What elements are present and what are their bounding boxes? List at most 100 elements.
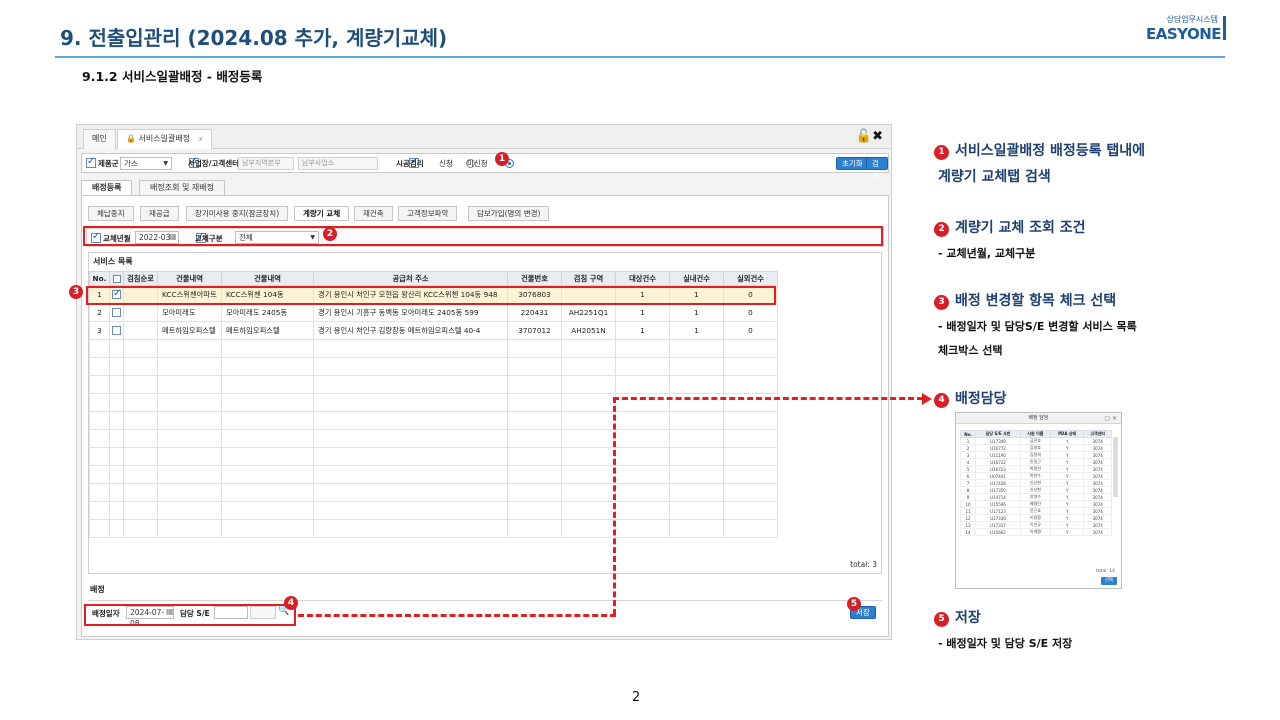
empty-cell	[723, 483, 778, 502]
popup-cell: Y	[1049, 514, 1085, 522]
tab-customer-info[interactable]: 고객정보파악	[398, 206, 458, 221]
cell-indoor: 1	[669, 321, 724, 340]
table-row[interactable]	[89, 429, 778, 448]
table-row[interactable]	[89, 483, 778, 502]
table-row[interactable]	[89, 411, 778, 430]
empty-cell	[89, 339, 110, 358]
tab-assign-register[interactable]: 배정등록	[81, 180, 133, 196]
desc-2-title: 2 계량기 교체 조회 조건	[934, 217, 1086, 237]
empty-cell	[157, 501, 222, 520]
product-group-select[interactable]: 가스 ▼	[120, 157, 172, 170]
popup-cell: 3074	[1083, 458, 1112, 466]
desc-4-title: 4 배정담당	[934, 388, 1007, 408]
cell-bld1: 메트하임오피스텔	[157, 321, 222, 340]
tab-arrears-stop[interactable]: 체납중지	[88, 206, 134, 221]
table-row[interactable]	[89, 357, 778, 376]
office-input[interactable]: 남부사업소	[298, 157, 378, 170]
cell-indoor: 1	[669, 303, 724, 322]
table-row[interactable]	[89, 501, 778, 520]
region-input[interactable]: 남부지역본부	[238, 157, 294, 170]
logo-main-text: EASYONE	[1146, 25, 1222, 43]
empty-cell	[157, 429, 222, 448]
page-number: 2	[632, 690, 641, 705]
row-checkbox[interactable]	[112, 326, 121, 336]
empty-cell	[313, 519, 508, 538]
popup-row: 12 U17336 이용환 Y 3074	[959, 514, 1112, 522]
tab-meter-replace[interactable]: 계량기 교체	[294, 206, 350, 221]
popup-cell: U17350	[975, 486, 1021, 494]
popup-cell: U17123	[975, 507, 1021, 515]
popup-cell: U17337	[975, 521, 1021, 529]
reset-button[interactable]: 초기화	[836, 157, 869, 170]
popup-cell: Y	[1049, 458, 1085, 466]
popup-cell: U11190	[975, 451, 1021, 459]
table-row[interactable]: 3 메트하임오피스텔 메트하임오피스텔 경기 용인시 처인구 김량장동 메트하임오피스…	[89, 321, 778, 340]
tab-assign-inquiry[interactable]: 배정조회 및 재배정	[139, 180, 225, 196]
empty-cell	[723, 501, 778, 520]
popup-title-text: 배정 담당	[1028, 415, 1049, 421]
close-icon[interactable]: x	[199, 135, 203, 143]
assign-section-title: 배정	[90, 585, 105, 594]
popup-cell: U14714	[975, 493, 1021, 501]
table-row[interactable]	[89, 465, 778, 484]
popup-cell: 윤근호	[1019, 507, 1051, 515]
col-check[interactable]	[109, 271, 124, 286]
popup-cell: 예명진	[1019, 500, 1051, 508]
desc-5-title: 5 저장	[934, 607, 981, 627]
popup-cell: 3074	[1083, 451, 1112, 459]
table-row[interactable]: 2 모아미래도 모아미래도 2405동 경기 용인시 기흥구 동백동 모아미래도 24…	[89, 303, 778, 322]
popup-cell: 박정선	[1019, 465, 1051, 473]
popup-cell: Y	[1049, 528, 1085, 536]
title-divider	[55, 56, 1225, 58]
tab-main[interactable]: 메인	[83, 129, 116, 149]
table-row[interactable]	[89, 375, 778, 394]
popup-row: 5 U16723 박정선 Y 3074	[959, 465, 1112, 473]
table-row[interactable]	[89, 519, 778, 538]
empty-cell	[561, 465, 616, 484]
popup-row: 13 U17337 이인규 Y 3074	[959, 521, 1112, 529]
empty-cell	[313, 375, 508, 394]
cell-addr: 경기 용인시 기흥구 동백동 모아미래도 2405동 599	[313, 303, 508, 322]
popup-select-button: 선택	[1100, 577, 1117, 585]
popup-cell: Y	[1049, 507, 1085, 515]
tab-service-batch[interactable]: 🔒 서비스일괄배정 x	[117, 129, 212, 149]
empty-cell	[561, 393, 616, 412]
empty-cell	[507, 393, 562, 412]
popup-cell: 이계환	[1019, 528, 1051, 536]
popup-cell: 3	[959, 451, 977, 459]
empty-cell	[109, 519, 124, 538]
popup-header-row: No. 담당 S/E 사번 사원 이름 PDA 상태 고객센터	[959, 430, 1112, 438]
row-checkbox[interactable]	[112, 308, 121, 318]
empty-cell	[669, 339, 724, 358]
tab-rebuild[interactable]: 재건축	[354, 206, 393, 221]
empty-cell	[669, 375, 724, 394]
popup-cell: 3074	[1083, 444, 1112, 452]
popup-cell: Y	[1049, 493, 1085, 501]
table-row[interactable]	[89, 447, 778, 466]
col-address: 공급처 주소	[313, 271, 508, 286]
empty-cell	[723, 411, 778, 430]
col-building-no: 건물번호	[507, 271, 562, 286]
window-controls[interactable]: 🔓✖	[856, 129, 883, 144]
tab-resupply[interactable]: 재공급	[140, 206, 179, 221]
empty-cell	[313, 483, 508, 502]
empty-cell	[157, 519, 222, 538]
empty-cell	[123, 519, 158, 538]
logo-small-text: 상담업무시스템	[1166, 15, 1218, 24]
chevron-down-icon: ▼	[163, 160, 168, 167]
search-button[interactable]: 검색	[866, 157, 888, 180]
tab-collateral[interactable]: 담보가입(명의 변경)	[468, 206, 550, 221]
empty-cell	[313, 339, 508, 358]
desc-5-sub: - 배정일자 및 담당 S/E 저장	[938, 637, 1073, 650]
empty-cell	[561, 447, 616, 466]
connector-vertical	[613, 397, 616, 615]
empty-cell	[89, 483, 110, 502]
col-target: 대상건수	[615, 271, 670, 286]
product-group-checkbox[interactable]	[86, 156, 96, 168]
table-row[interactable]	[89, 339, 778, 358]
empty-cell	[89, 465, 110, 484]
tab-long-unused[interactable]: 장기미사용 중지(잠금장치)	[186, 206, 289, 221]
desc-2-sub: - 교체년월, 교체구분	[938, 247, 1036, 260]
select-all-checkbox[interactable]	[112, 275, 121, 283]
popup-cell: U16722	[975, 458, 1021, 466]
